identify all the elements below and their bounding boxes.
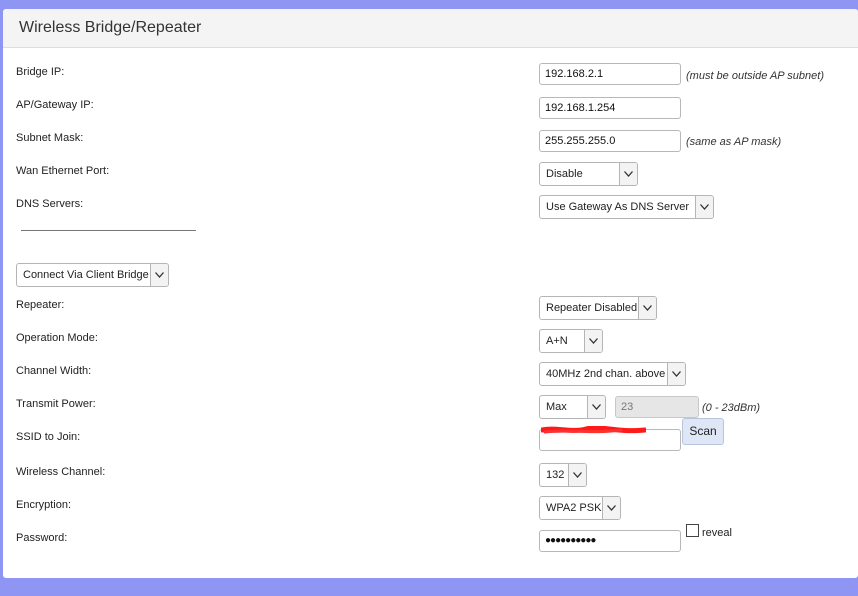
gateway-ip-input[interactable]: 192.168.1.254 [539, 97, 681, 119]
channel-width-select[interactable]: 40MHz 2nd chan. above [539, 362, 686, 386]
wan-port-value: Disable [546, 168, 583, 180]
wireless-channel-value: 132 [546, 469, 565, 481]
section-divider [21, 230, 196, 231]
subnet-mask-input[interactable]: 255.255.255.0 [539, 130, 681, 152]
channel-width-label: Channel Width: [16, 365, 92, 377]
dns-servers-label: DNS Servers: [16, 198, 84, 210]
dns-servers-select[interactable]: Use Gateway As DNS Server [539, 195, 714, 219]
password-label: Password: [16, 532, 68, 544]
bridge-ip-label: Bridge IP: [16, 66, 65, 78]
redaction-mark [541, 426, 646, 434]
repeater-select[interactable]: Repeater Disabled [539, 296, 657, 320]
operation-mode-select[interactable]: A+N [539, 329, 603, 353]
subnet-mask-label: Subnet Mask: [16, 132, 84, 144]
wireless-channel-select[interactable]: 132 [539, 463, 587, 487]
encryption-value: WPA2 PSK [546, 502, 602, 514]
panel-header: Wireless Bridge/Repeater [3, 9, 858, 48]
wan-port-label: Wan Ethernet Port: [16, 165, 110, 177]
chevron-down-icon [568, 464, 586, 486]
chevron-down-icon [638, 297, 656, 319]
page-title: Wireless Bridge/Repeater [19, 19, 202, 36]
transmit-power-value: Max [546, 401, 567, 413]
operation-mode-value: A+N [546, 335, 568, 347]
bridge-mode-select[interactable]: Connect Via Client Bridge [16, 263, 169, 287]
repeater-value: Repeater Disabled [546, 302, 638, 314]
bridge-ip-input[interactable]: 192.168.2.1 [539, 63, 681, 85]
transmit-power-level-input: 23 [615, 396, 699, 418]
reveal-checkbox[interactable] [686, 524, 699, 537]
chevron-down-icon [150, 264, 168, 286]
dns-servers-value: Use Gateway As DNS Server [546, 201, 690, 213]
reveal-label: reveal [702, 527, 732, 539]
settings-panel: Wireless Bridge/Repeater [3, 9, 858, 578]
chevron-down-icon [695, 196, 713, 218]
subnet-mask-hint: (same as AP mask) [686, 136, 782, 148]
operation-mode-label: Operation Mode: [16, 332, 98, 344]
ssid-label: SSID to Join: [16, 431, 81, 443]
bridge-mode-value: Connect Via Client Bridge [23, 269, 149, 281]
password-input[interactable]: ●●●●●●●●●● [539, 530, 681, 552]
chevron-down-icon [587, 396, 605, 418]
encryption-select[interactable]: WPA2 PSK [539, 496, 621, 520]
bridge-ip-hint: (must be outside AP subnet) [686, 70, 824, 82]
channel-width-value: 40MHz 2nd chan. above [546, 368, 666, 380]
chevron-down-icon [584, 330, 602, 352]
transmit-power-label: Transmit Power: [16, 398, 96, 410]
gateway-ip-label: AP/Gateway IP: [16, 99, 94, 111]
wan-port-select[interactable]: Disable [539, 162, 638, 186]
transmit-power-hint: (0 - 23dBm) [702, 402, 761, 414]
encryption-label: Encryption: [16, 499, 72, 511]
wireless-channel-label: Wireless Channel: [16, 466, 106, 478]
chevron-down-icon [602, 497, 620, 519]
scan-button[interactable]: Scan [682, 418, 724, 445]
transmit-power-select[interactable]: Max [539, 395, 606, 419]
chevron-down-icon [619, 163, 637, 185]
repeater-label: Repeater: [16, 299, 65, 311]
chevron-down-icon [667, 363, 685, 385]
